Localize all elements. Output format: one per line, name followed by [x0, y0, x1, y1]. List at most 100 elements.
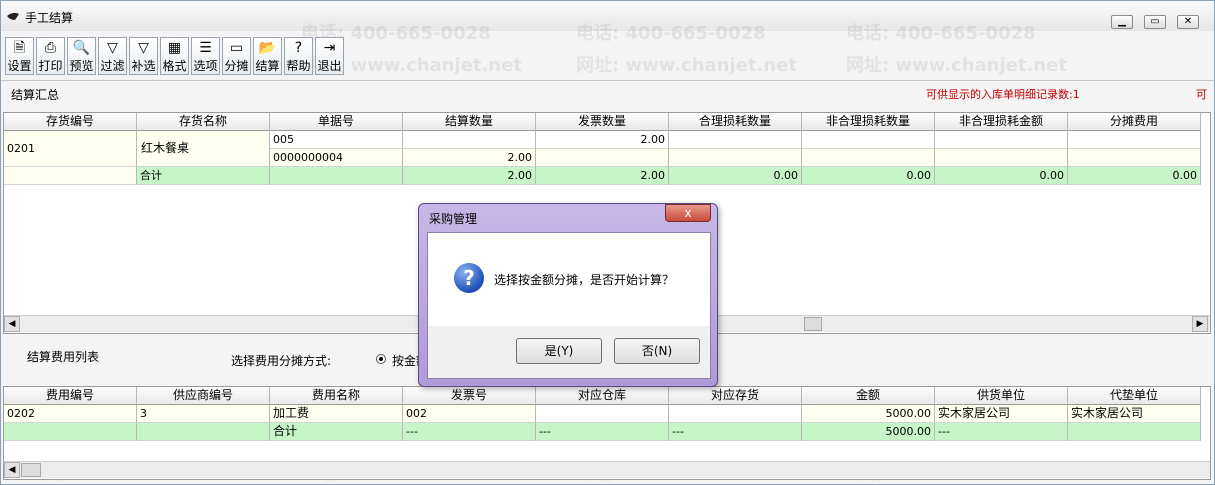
item-code-cell[interactable]: 0201: [4, 131, 137, 167]
toolbar-button-label: 选项: [193, 59, 218, 73]
dialog-button-bar: 是(Y) 否(N): [427, 326, 711, 379]
summary-column-header[interactable]: 发票数量: [536, 113, 669, 131]
dialog-close-button[interactable]: x: [665, 204, 711, 222]
allocated-fee-cell[interactable]: [1068, 131, 1201, 149]
toolbar-button-2[interactable]: 🔍 预览: [67, 37, 96, 75]
toolbar-button-label: 补选: [131, 59, 156, 73]
dialog-title: 采购管理: [429, 212, 478, 226]
amount-cell[interactable]: 5000.00: [802, 405, 935, 423]
toolbar-button-label: 设置: [7, 59, 32, 73]
summary-column-header[interactable]: 分摊费用: [1068, 113, 1201, 131]
allocation-radio-amount[interactable]: [376, 354, 386, 364]
reasonable-loss-cell[interactable]: [669, 131, 802, 149]
settle-qty-cell[interactable]: 2.00: [403, 149, 536, 167]
scroll-right-arrow[interactable]: ▶: [1192, 316, 1208, 332]
total-doc-no: [270, 167, 403, 185]
fees-column-header[interactable]: 供货单位: [935, 387, 1068, 405]
fees-column-header[interactable]: 费用编号: [4, 387, 137, 405]
app-icon: [7, 12, 19, 20]
toolbar-button-6[interactable]: ☰ 选项: [191, 37, 220, 75]
fees-column-header[interactable]: 对应存货: [669, 387, 802, 405]
allocated-fee-cell[interactable]: [1068, 149, 1201, 167]
fees-column-header[interactable]: 费用名称: [270, 387, 403, 405]
reasonable-loss-cell[interactable]: [669, 149, 802, 167]
summary-column-header[interactable]: 非合理损耗金额: [935, 113, 1068, 131]
fees-column-header[interactable]: 金额: [802, 387, 935, 405]
fee-total-amount: 5000.00: [802, 423, 935, 441]
payer-cell[interactable]: 实木家居公司: [1068, 405, 1201, 423]
toolbar-button-label: 结算: [255, 59, 280, 73]
printer-icon: ⎙: [44, 40, 57, 56]
fees-column-header[interactable]: 供应商编号: [137, 387, 270, 405]
toolbar-button-5[interactable]: ▦ 格式: [160, 37, 189, 75]
fee-name-cell[interactable]: 加工费: [270, 405, 403, 423]
doc-no-cell[interactable]: 0000000004: [270, 149, 403, 167]
fee-total-label: 合计: [270, 423, 403, 441]
fees-column-header[interactable]: 代垫单位: [1068, 387, 1201, 405]
fee-total-invoice: ---: [403, 423, 536, 441]
unreasonable-loss-qty-cell[interactable]: [802, 149, 935, 167]
options-icon: ☰: [199, 40, 212, 56]
total-label: 合计: [137, 167, 270, 185]
summary-column-header[interactable]: 结算数量: [403, 113, 536, 131]
fee-code-cell[interactable]: 0202: [4, 405, 137, 423]
toolbar-button-7[interactable]: ▭ 分摊: [222, 37, 251, 75]
total-allocated-fee: 0.00: [1068, 167, 1201, 185]
invoice-qty-cell[interactable]: 2.00: [536, 131, 669, 149]
summary-column-header[interactable]: 单据号: [270, 113, 403, 131]
restore-button[interactable]: ▭: [1144, 15, 1166, 29]
toolbar-button-0[interactable]: 🗎 设置: [5, 37, 34, 75]
warehouse-cell[interactable]: [536, 405, 669, 423]
help-icon: ?: [294, 40, 303, 56]
total-settle-qty: 2.00: [403, 167, 536, 185]
settle-qty-cell[interactable]: [403, 131, 536, 149]
toolbar-divider: [1, 80, 1214, 81]
supplier-cell[interactable]: 实木家居公司: [935, 405, 1068, 423]
invoice-qty-cell[interactable]: [536, 149, 669, 167]
yes-button[interactable]: 是(Y): [516, 338, 602, 364]
toolbar-button-4[interactable]: ▽ 补选: [129, 37, 158, 75]
toolbar-button-8[interactable]: 📂 结算: [253, 37, 282, 75]
close-window-button[interactable]: ✕: [1177, 15, 1199, 29]
summary-column-header[interactable]: 存货名称: [137, 113, 270, 131]
filter-icon: ▽: [107, 40, 118, 56]
doc-no-cell[interactable]: 005: [270, 131, 403, 149]
unreasonable-loss-amt-cell[interactable]: [935, 149, 1068, 167]
window-title: 手工结算: [25, 11, 74, 25]
scroll-thumb[interactable]: [804, 317, 822, 331]
summary-column-header[interactable]: 非合理损耗数量: [802, 113, 935, 131]
fee-h-scrollbar[interactable]: ◀: [4, 461, 1210, 478]
fee-total-warehouse: ---: [536, 423, 669, 441]
unreasonable-loss-amt-cell[interactable]: [935, 131, 1068, 149]
summary-column-header[interactable]: 存货编号: [4, 113, 137, 131]
format-icon: ▦: [167, 40, 182, 56]
toolbar-button-label: 退出: [317, 59, 342, 73]
toolbar-button-10[interactable]: ⇥ 退出: [315, 37, 344, 75]
minimize-button[interactable]: ▁: [1111, 15, 1133, 29]
folder-open-icon: 📂: [258, 40, 277, 56]
toolbar-button-9[interactable]: ? 帮助: [284, 37, 313, 75]
scroll-left-arrow[interactable]: ◀: [4, 316, 20, 332]
summary-column-header[interactable]: 合理损耗数量: [669, 113, 802, 131]
scroll-left-arrow[interactable]: ◀: [4, 462, 20, 478]
total-row-blank: [4, 167, 137, 185]
invoice-no-cell[interactable]: 002: [403, 405, 536, 423]
total-unreasonable-loss-amt: 0.00: [935, 167, 1068, 185]
no-button[interactable]: 否(N): [614, 338, 700, 364]
unreasonable-loss-qty-cell[interactable]: [802, 131, 935, 149]
allocation-method-label: 选择费用分摊方式:: [231, 354, 332, 368]
title-bar: 手工结算 ▁ ▭ ✕: [1, 1, 1214, 31]
toolbar-button-label: 过滤: [100, 59, 125, 73]
toolbar-button-3[interactable]: ▽ 过滤: [98, 37, 127, 75]
toolbar-button-label: 分摊: [224, 59, 249, 73]
fees-column-header[interactable]: 对应仓库: [536, 387, 669, 405]
supplier-code-cell[interactable]: 3: [137, 405, 270, 423]
fee-grid[interactable]: 费用编号 供应商编号 费用名称 发票号 对应仓库 对应存货 金额 供货单位 代垫单位 0202 …: [3, 386, 1211, 480]
scroll-thumb[interactable]: [21, 463, 41, 477]
inventory-cell[interactable]: [669, 405, 802, 423]
fees-column-header[interactable]: 发票号: [403, 387, 536, 405]
dialog-message: 选择按金额分摊，是否开始计算？: [494, 273, 675, 287]
item-name-cell[interactable]: 红木餐桌: [137, 131, 270, 167]
toolbar-button-1[interactable]: ⎙ 打印: [36, 37, 65, 75]
record-count-notice: 可供显示的入库单明细记录数:1: [926, 88, 1080, 101]
